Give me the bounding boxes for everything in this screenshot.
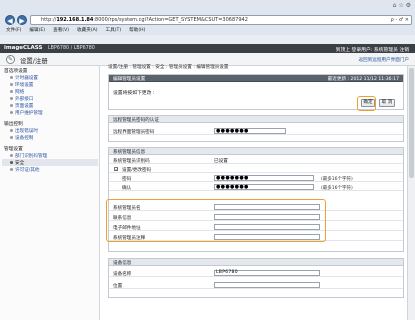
sidebar-item-license[interactable]: 许可证/其他 xyxy=(10,167,40,173)
system-manager-title: 系统管理员信息 xyxy=(113,150,146,155)
set-password-checkbox[interactable]: ✓ xyxy=(114,167,118,172)
remote-password-row: 远程界面管理员密码 ●●●●●●● xyxy=(109,127,403,135)
sidebar: 首选项设置 计时器设置 环境设置 网络 外部接口 页面设置 用户维护管理 输出控… xyxy=(0,66,100,320)
location-input[interactable] xyxy=(214,282,320,288)
fields-highlight xyxy=(106,199,326,242)
remote-auth-panel: 远程管理员密码的认证 远程界面管理员密码 ●●●●●●● xyxy=(108,115,404,142)
menu-tools[interactable]: 工具(T) xyxy=(106,26,122,35)
remote-password-input[interactable]: ●●●●●●● xyxy=(214,128,286,134)
sidebar-item-security[interactable]: 安全 xyxy=(10,160,24,166)
portal-link[interactable]: 返回到远程用户界面门户 xyxy=(358,57,409,63)
device-info-title: 设备信息 xyxy=(113,261,132,266)
brand-logo: imageCLASS xyxy=(4,45,43,51)
location-row: 位置 xyxy=(109,281,403,289)
confirm-row: 确认 ●●●●●●● (最多16个字符) xyxy=(109,183,403,191)
sidebar-item-network[interactable]: 网络 xyxy=(10,89,24,95)
url-text: http://192.168.1.84:8000/rps/system.cgi?… xyxy=(41,17,248,23)
confirm-hint: (最多16个字符) xyxy=(321,185,353,191)
device-name-input[interactable]: LBP6780 xyxy=(214,270,320,276)
scrollbar-thumb[interactable] xyxy=(409,68,414,178)
sidebar-item-interface[interactable]: 外部接口 xyxy=(10,96,33,102)
sidebar-item-on-error[interactable]: 出现错误时 xyxy=(10,128,38,134)
edit-panel-header: 编辑管理员设置 最近更新 : 2012 11/12 11:36:17 xyxy=(109,75,403,82)
settings-icon: ✎ xyxy=(6,55,15,64)
menu-edit[interactable]: 编辑(E) xyxy=(29,26,45,35)
browser-chrome: ◀ ▶ http://192.168.1.84:8000/rps/system.… xyxy=(0,0,415,44)
edit-panel-title: 编辑管理员设置 xyxy=(113,77,146,82)
sidebar-section-preferences: 首选项设置 xyxy=(4,69,28,74)
menu-favorites[interactable]: 收藏夹(A) xyxy=(77,26,98,35)
browser-menu-bar: 文件(F) 编辑(E) 查看(V) 收藏夹(A) 工具(T) 帮助(H) xyxy=(0,26,415,35)
address-tools-icon[interactable]: ρ - ♂ ✕ xyxy=(391,17,409,23)
page-title: 设置/注册 xyxy=(20,57,48,65)
breadcrumb: 设置/注册 : 管理设置 : 安全 : 管理员设置 : 编辑管理员设置 xyxy=(108,65,229,70)
app-header: imageCLASS LBP6780 / LBP6780 到顶上 登录用户: 系… xyxy=(0,44,415,53)
device-name-row: 设备名称 LBP6780 xyxy=(109,269,403,277)
menu-help[interactable]: 帮助(H) xyxy=(129,26,145,35)
sidebar-item-page[interactable]: 页面设置 xyxy=(10,103,33,109)
menu-file[interactable]: 文件(F) xyxy=(6,26,21,35)
forward-icon[interactable]: ▶ xyxy=(17,15,27,25)
manager-id-value: 已设置 xyxy=(214,158,228,164)
sidebar-section-output: 输出控制 xyxy=(4,122,23,127)
address-bar[interactable]: http://192.168.1.84:8000/rps/system.cgi?… xyxy=(30,15,412,25)
sidebar-item-environment[interactable]: 环境设置 xyxy=(10,82,33,88)
password-hint: (最多16个字符) xyxy=(321,176,353,182)
password-row: 密码 ●●●●●●● (最多16个字符) xyxy=(109,174,403,182)
window-tools-icon[interactable]: ⌂ ☆ ⚙ xyxy=(393,2,411,9)
sidebar-item-timer[interactable]: 计时器设置 xyxy=(10,75,38,81)
menu-view[interactable]: 查看(V) xyxy=(53,26,69,35)
header-user-links[interactable]: 到顶上 登录用户: 系统管理员 注销 xyxy=(336,46,409,53)
manager-id-row: 系统管理员识别码 已设置 xyxy=(109,156,403,164)
sidebar-section-management: 管理设置 xyxy=(4,147,23,152)
sidebar-item-user-maintenance[interactable]: 用户维护管理 xyxy=(10,110,43,116)
set-password-row: ✓ 设置/更改密码 xyxy=(109,165,403,173)
last-updated: 最近更新 : 2012 11/12 11:36:17 xyxy=(327,77,399,82)
password-input[interactable]: ●●●●●●● xyxy=(214,175,314,181)
tab-bar xyxy=(0,35,415,44)
confirm-password-input[interactable]: ●●●●●●● xyxy=(214,184,314,190)
back-icon[interactable]: ◀ xyxy=(5,15,15,25)
ok-button-highlight xyxy=(357,96,376,111)
cancel-button[interactable]: 取 消 xyxy=(379,99,395,107)
remote-auth-title: 远程管理员密码的认证 xyxy=(113,118,159,123)
device-info-panel: 设备信息 设备名称 LBP6780 位置 xyxy=(108,258,404,298)
sidebar-item-device-control[interactable]: 设备控制 xyxy=(10,135,33,141)
vertical-scrollbar[interactable] xyxy=(407,66,415,320)
edit-message: 设置将按如下更改 : xyxy=(113,91,155,96)
printer-model: LBP6780 / LBP6780 xyxy=(48,45,95,51)
